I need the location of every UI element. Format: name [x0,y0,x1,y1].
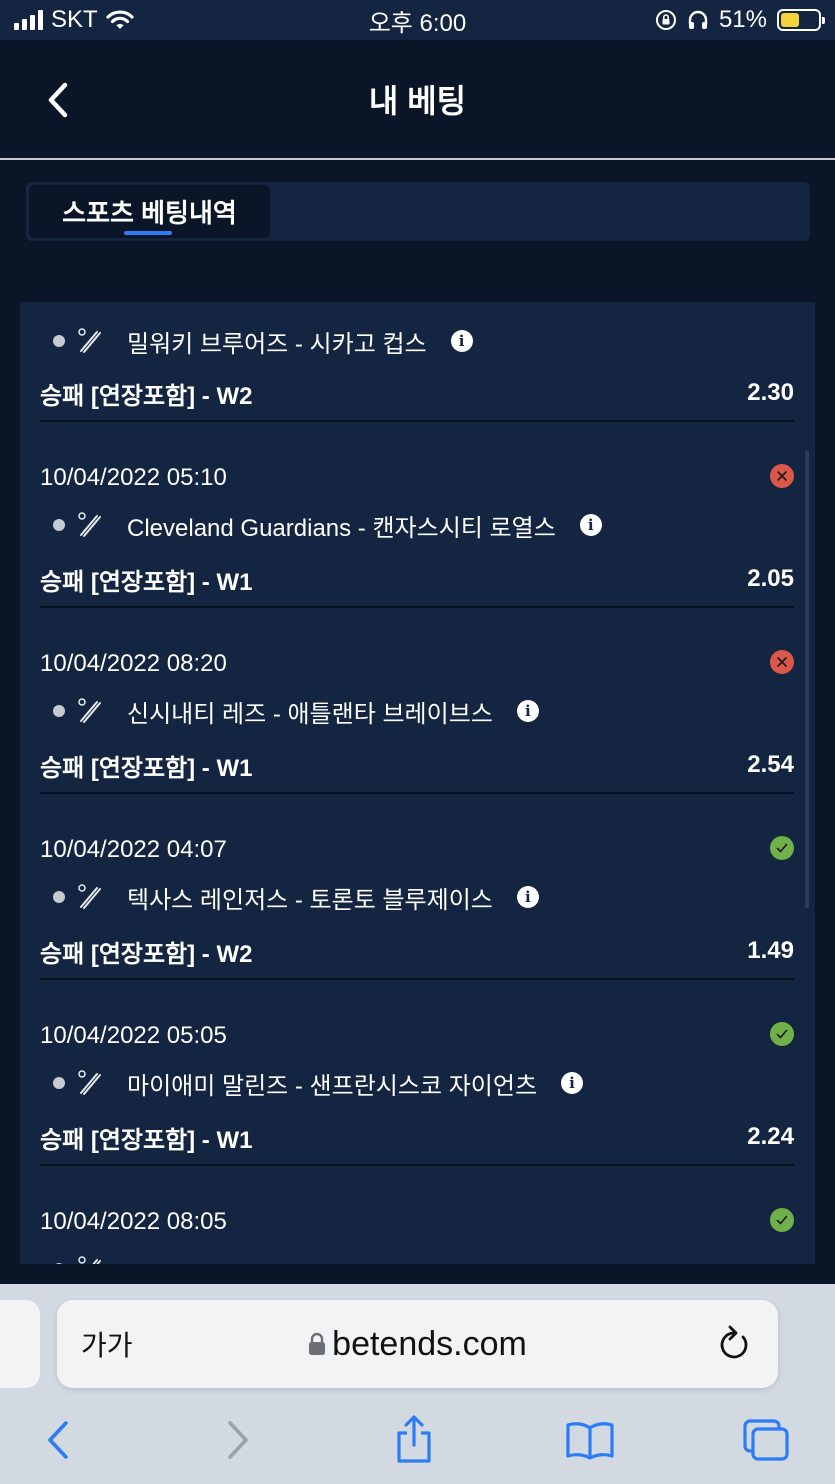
bet-item[interactable]: 10/04/2022 05:10 Cleveland Guardians - 캔… [40,422,794,608]
url-text: betends.com [332,1324,527,1363]
baseball-bat-icon [78,698,101,723]
odds-value: 2.30 [747,379,794,406]
check-circle-icon [770,1208,794,1232]
market-label: 승패 [연장포함] - W1 [40,568,253,596]
tab-active-indicator [124,231,172,235]
tabs-icon [743,1419,789,1461]
info-icon[interactable]: i [561,1072,584,1094]
bet-date: 10/04/2022 08:20 [40,650,227,677]
baseball-bat-icon [78,884,101,909]
market-row: 승패 [연장포함] - W1 2.54 [40,748,794,782]
tab-sports-bet-history[interactable]: 스포츠 베팅내역 [29,185,270,238]
bet-date: 10/04/2022 08:05 [40,1208,227,1235]
signal-icon [14,10,43,30]
lock-icon [309,1332,326,1355]
bullet-dot [53,1077,65,1089]
bet-date: 10/04/2022 04:07 [40,836,227,863]
reload-icon[interactable] [716,1324,752,1364]
odds-value: 1.49 [747,937,794,964]
info-icon[interactable]: i [579,514,602,536]
bullet-dot [53,519,65,531]
match-row: Cleveland Guardians - 캔자스시티 로열스 i [40,508,794,542]
back-button[interactable] [38,78,78,122]
market-row: 승패 [연장포함] - W1 2.05 [40,562,794,596]
market-row: 승패 [연장포함] - W1 2.24 [40,1120,794,1154]
page-header: 내 베팅 [0,40,835,160]
match-name: Cleveland Guardians - 캔자스시티 로열스 [127,514,556,542]
browser-bottom-bar: 가가 betends.com [0,1284,835,1484]
wifi-icon [106,10,134,29]
bullet-dot [53,891,65,903]
tabs-bar: 스포츠 베팅내역 [26,182,810,241]
address-bar[interactable]: 가가 betends.com [57,1300,778,1388]
match-name: 밀워키 브루어즈 - 시카고 컵스 [127,330,427,358]
market-row: 승패 [연장포함] - W2 2.30 [40,376,794,410]
rotation-lock-icon [655,10,676,30]
market-label: 승패 [연장포함] - W2 [40,382,253,410]
status-bar: SKT 오후 6:00 51% [0,0,835,40]
bookmarks-button[interactable] [562,1412,618,1468]
market-label: 승패 [연장포함] - W1 [40,1126,253,1154]
market-label: 승패 [연장포함] - W1 [40,754,253,782]
previous-tab-preview[interactable] [0,1300,40,1388]
bet-date: 10/04/2022 05:05 [40,1022,227,1049]
browser-back-button[interactable] [30,1412,86,1468]
chevron-right-icon [228,1421,248,1459]
match-name: 신시내티 레즈 - 애틀랜타 브레이브스 [127,700,493,728]
share-button[interactable] [386,1412,442,1468]
browser-toolbar [0,1404,835,1474]
market-label: 승패 [연장포함] - W2 [40,940,253,968]
chevron-left-icon [48,1421,68,1459]
tabs-button[interactable] [738,1412,794,1468]
book-icon [566,1422,614,1460]
share-icon [397,1415,431,1463]
bet-item[interactable]: 10/04/2022 05:05 마이애미 말린즈 - 샌프란시스코 자이언츠 … [40,980,794,1166]
carrier-label: SKT [51,6,98,33]
match-row [40,1252,794,1264]
match-name: 텍사스 레인저스 - 토론토 블루제이스 [127,886,493,914]
status-time: 오후 6:00 [368,9,467,37]
check-circle-icon [770,1022,794,1046]
bullet-dot [53,335,65,347]
bet-item[interactable]: 10/04/2022 08:20 신시내티 레즈 - 애틀랜타 브레이브스 i … [40,608,794,794]
market-row: 승패 [연장포함] - W2 1.49 [40,934,794,968]
scrollbar[interactable] [805,450,809,908]
headphones-icon [688,10,708,29]
match-row: 신시내티 레즈 - 애틀랜타 브레이브스 i [40,694,794,728]
bet-date: 10/04/2022 05:10 [40,464,227,491]
url-display[interactable]: betends.com [57,1325,778,1364]
odds-value: 2.54 [747,751,794,778]
bet-item[interactable]: 10/04/2022 08:05 [40,1166,794,1264]
baseball-bat-icon [78,1070,101,1095]
browser-forward-button[interactable] [210,1412,266,1468]
page-title: 내 베팅 [368,83,467,119]
bet-list[interactable]: 밀워키 브루어즈 - 시카고 컵스 i 승패 [연장포함] - W2 2.30 … [20,302,815,1264]
chevron-left-icon [48,82,68,118]
baseball-bat-icon [78,512,101,537]
bet-item[interactable]: 10/04/2022 04:07 텍사스 레인저스 - 토론토 블루제이스 i … [40,794,794,980]
info-icon[interactable]: i [516,886,539,908]
battery-percent: 51% [718,6,767,33]
match-row: 마이애미 말린즈 - 샌프란시스코 자이언츠 i [40,1066,794,1100]
info-icon[interactable]: i [450,330,473,352]
status-right: 51% [521,6,825,34]
bet-item[interactable]: 밀워키 브루어즈 - 시카고 컵스 i 승패 [연장포함] - W2 2.30 [40,302,794,422]
baseball-bat-icon [78,328,101,353]
baseball-bat-icon [78,1256,101,1264]
bullet-dot [53,1263,65,1264]
match-row: 텍사스 레인저스 - 토론토 블루제이스 i [40,880,794,914]
x-circle-icon [770,650,794,674]
odds-value: 2.05 [747,565,794,592]
battery-icon [777,9,825,31]
match-name: 마이애미 말린즈 - 샌프란시스코 자이언츠 [127,1072,538,1100]
match-row: 밀워키 브루어즈 - 시카고 컵스 i [40,324,794,358]
x-circle-icon [770,464,794,488]
info-icon[interactable]: i [516,700,539,722]
check-circle-icon [770,836,794,860]
odds-value: 2.24 [747,1123,794,1150]
status-left: SKT [14,6,314,34]
tab-label: 스포츠 베팅내역 [62,198,237,228]
bullet-dot [53,705,65,717]
